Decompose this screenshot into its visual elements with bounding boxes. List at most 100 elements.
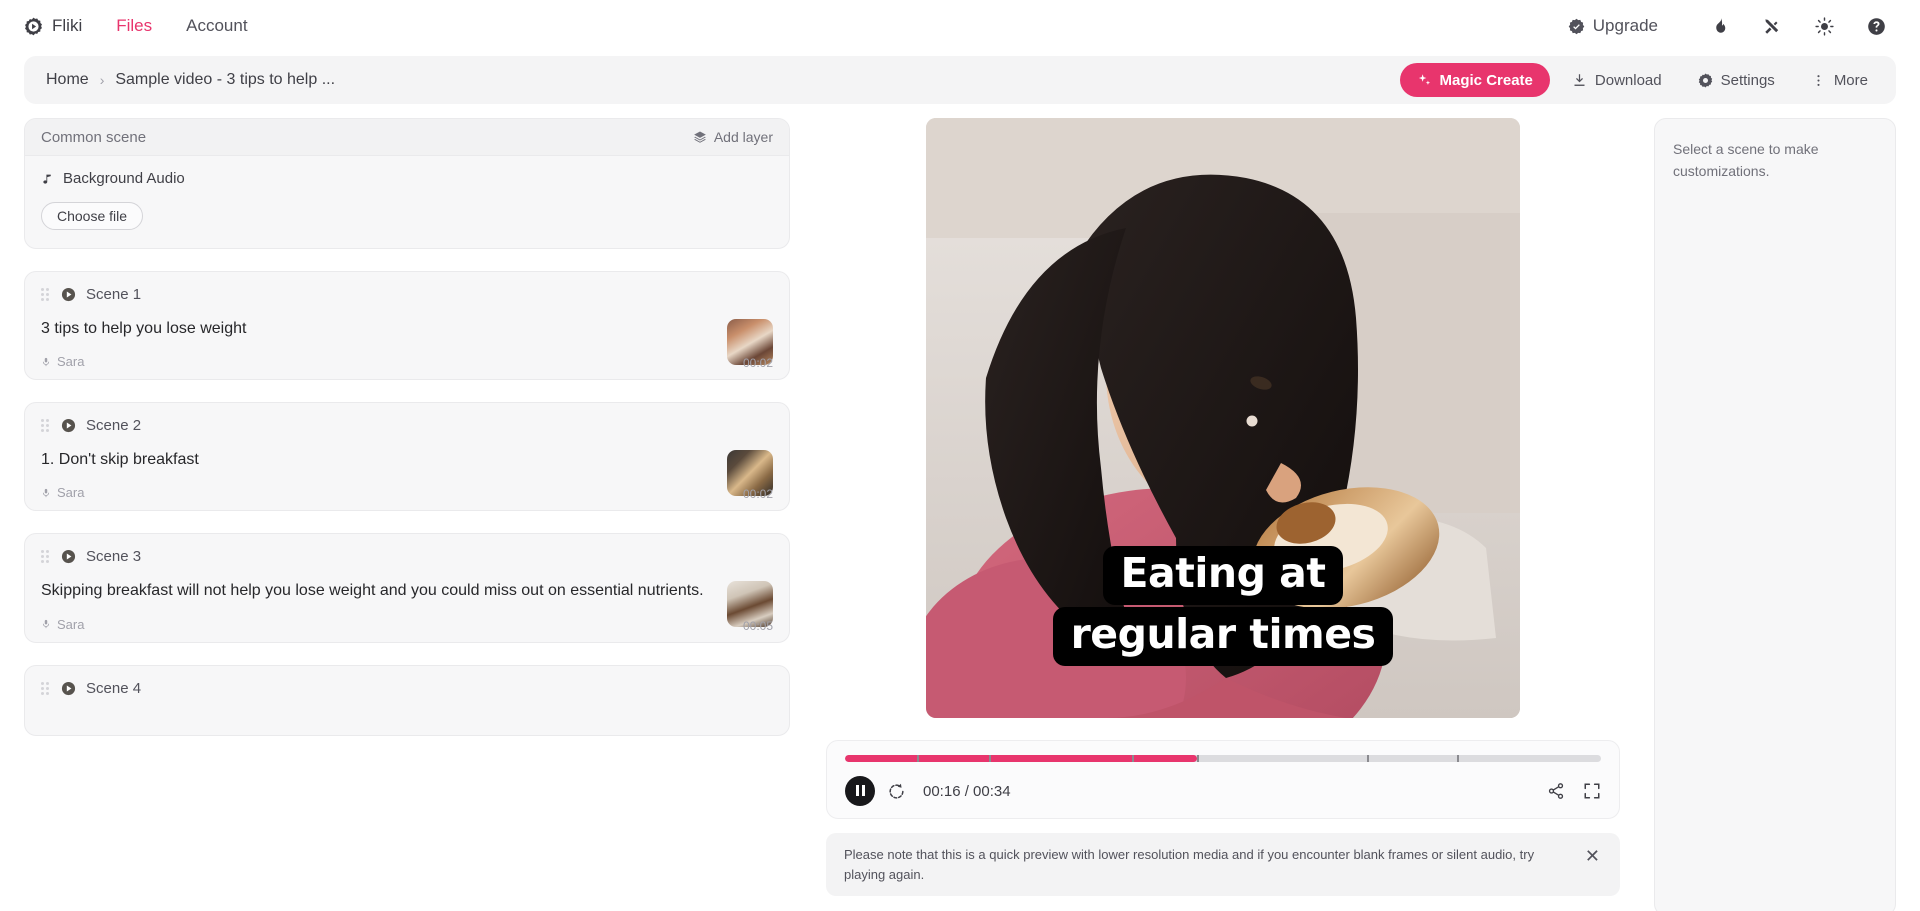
scene-label: Scene 1 <box>86 286 142 303</box>
scene-card[interactable]: Scene 1 3 tips to help you lose weight S… <box>24 271 790 381</box>
video-preview-stage[interactable]: Eating at regular times <box>926 118 1520 718</box>
microphone-icon <box>41 487 51 499</box>
brand-name: Fliki <box>52 16 83 35</box>
customization-panel: Select a scene to make customizations. <box>1654 118 1896 911</box>
upgrade-label: Upgrade <box>1592 16 1658 35</box>
upgrade-button[interactable]: Upgrade <box>1568 16 1658 36</box>
brand-logo[interactable]: Fliki <box>24 16 82 36</box>
tools-icon <box>1763 17 1782 36</box>
breadcrumb-home[interactable]: Home <box>46 71 89 89</box>
music-note-icon <box>41 172 54 186</box>
background-audio-label: Background Audio <box>63 170 185 187</box>
drag-handle-icon[interactable] <box>41 288 49 301</box>
more-button[interactable]: More <box>1797 63 1882 97</box>
scene-body <box>41 711 773 725</box>
drag-handle-icon[interactable] <box>41 550 49 564</box>
scene-label: Scene 4 <box>86 679 142 697</box>
customization-column: Select a scene to make customizations. <box>1654 118 1896 911</box>
settings-button[interactable]: Settings <box>1684 63 1789 97</box>
top-navigation-bar: Fliki Files Account Upgrade <box>0 0 1920 52</box>
scene-card[interactable]: Scene 3 Skipping breakfast will not help… <box>24 533 790 643</box>
help-icon <box>1867 17 1886 36</box>
scene-header: Scene 3 <box>41 548 773 565</box>
progress-fill <box>845 755 1197 762</box>
scene-voice-row[interactable]: Sara <box>41 485 707 500</box>
nav-item-account[interactable]: Account <box>186 16 247 36</box>
restart-button[interactable] <box>887 782 906 801</box>
microphone-icon <box>41 618 51 630</box>
scene-card[interactable]: Scene 2 1. Don't skip breakfast Sara 00:… <box>24 402 790 512</box>
scene-text[interactable]: Skipping breakfast will not help you los… <box>41 579 707 602</box>
player-right-controls <box>1547 782 1601 800</box>
scene-body: 3 tips to help you lose weight Sara <box>41 317 773 369</box>
player-time-display: 00:16 / 00:34 <box>923 782 1011 800</box>
scene-text[interactable]: 3 tips to help you lose weight <box>41 317 707 340</box>
scene-duration: 00:02 <box>742 356 773 371</box>
flame-icon-button[interactable] <box>1700 6 1740 46</box>
scene-tick <box>1132 755 1135 762</box>
preview-column: Eating at regular times 00:16 / 00:34 Pl… <box>792 118 1654 911</box>
flame-icon <box>1711 17 1729 35</box>
layers-icon <box>693 130 707 144</box>
tools-icon-button[interactable] <box>1752 6 1792 46</box>
nav-item-files[interactable]: Files <box>116 16 152 36</box>
scene-text-wrap: 1. Don't skip breakfast Sara <box>41 448 727 500</box>
scene-tick <box>1196 755 1199 762</box>
common-scene-panel: Common scene Add layer Background Audio … <box>24 118 790 249</box>
main-content-area: Common scene Add layer Background Audio … <box>0 104 1920 911</box>
progress-track[interactable] <box>845 755 1601 762</box>
play-scene-icon[interactable] <box>61 681 76 696</box>
pause-button[interactable] <box>845 776 875 806</box>
scene-card[interactable]: Scene 4 <box>24 664 790 736</box>
scene-voice-name: Sara <box>57 485 85 501</box>
restart-icon <box>887 782 906 801</box>
help-icon-button[interactable] <box>1856 6 1896 46</box>
play-scene-icon[interactable] <box>61 287 76 302</box>
brightness-icon <box>1814 16 1834 36</box>
scene-duration: 00:05 <box>742 618 773 633</box>
fullscreen-button[interactable] <box>1583 782 1601 800</box>
scene-tick <box>1366 755 1369 762</box>
drag-handle-icon[interactable] <box>41 681 49 695</box>
scene-duration: 00:02 <box>742 487 773 502</box>
scene-header: Scene 4 <box>41 680 773 697</box>
scene-text-wrap: Skipping breakfast will not help you los… <box>41 579 727 631</box>
scene-voice-row[interactable]: Sara <box>41 617 707 632</box>
close-icon[interactable]: ✕ <box>1581 845 1604 867</box>
breadcrumb-action-bar: Home › Sample video - 3 tips to help ...… <box>24 56 1896 104</box>
settings-label: Settings <box>1720 71 1775 89</box>
customization-hint: Select a scene to make customizations. <box>1673 141 1819 179</box>
common-scene-header: Common scene Add layer <box>25 119 789 156</box>
share-button[interactable] <box>1547 782 1565 800</box>
scene-voice-row[interactable]: Sara <box>41 354 707 369</box>
scene-voice-name: Sara <box>57 616 85 632</box>
scene-text[interactable]: 1. Don't skip breakfast <box>41 448 707 471</box>
pause-icon <box>854 784 866 799</box>
scene-tick <box>988 755 991 762</box>
add-layer-button[interactable]: Add layer <box>693 129 773 145</box>
video-player-controls: 00:16 / 00:34 <box>826 740 1620 819</box>
drag-handle-icon[interactable] <box>41 419 49 433</box>
preview-notice-banner: Please note that this is a quick preview… <box>826 833 1620 896</box>
gear-icon <box>1698 73 1713 88</box>
magic-create-button[interactable]: Magic Create <box>1399 63 1550 97</box>
share-icon <box>1547 782 1565 800</box>
download-button[interactable]: Download <box>1558 63 1676 97</box>
download-label: Download <box>1594 71 1662 89</box>
breadcrumb-actions: Magic Create Download Settings More <box>1399 63 1882 97</box>
breadcrumb-current-item[interactable]: Sample video - 3 tips to help ... <box>115 71 335 89</box>
scene-text-wrap: 3 tips to help you lose weight Sara <box>41 317 727 369</box>
choose-file-button[interactable]: Choose file <box>41 202 144 230</box>
more-label: More <box>1833 71 1868 89</box>
scene-text-wrap <box>41 711 773 725</box>
play-scene-icon[interactable] <box>61 418 76 433</box>
scene-tick <box>1457 755 1460 762</box>
scene-label: Scene 3 <box>86 548 142 566</box>
dots-vertical-icon <box>1811 73 1826 88</box>
scene-label: Scene 2 <box>86 417 142 435</box>
fullscreen-icon <box>1583 782 1601 800</box>
play-scene-icon[interactable] <box>61 549 76 564</box>
download-icon <box>1572 73 1587 88</box>
brightness-icon-button[interactable] <box>1804 6 1844 46</box>
breadcrumb-separator-icon: › <box>99 72 105 88</box>
